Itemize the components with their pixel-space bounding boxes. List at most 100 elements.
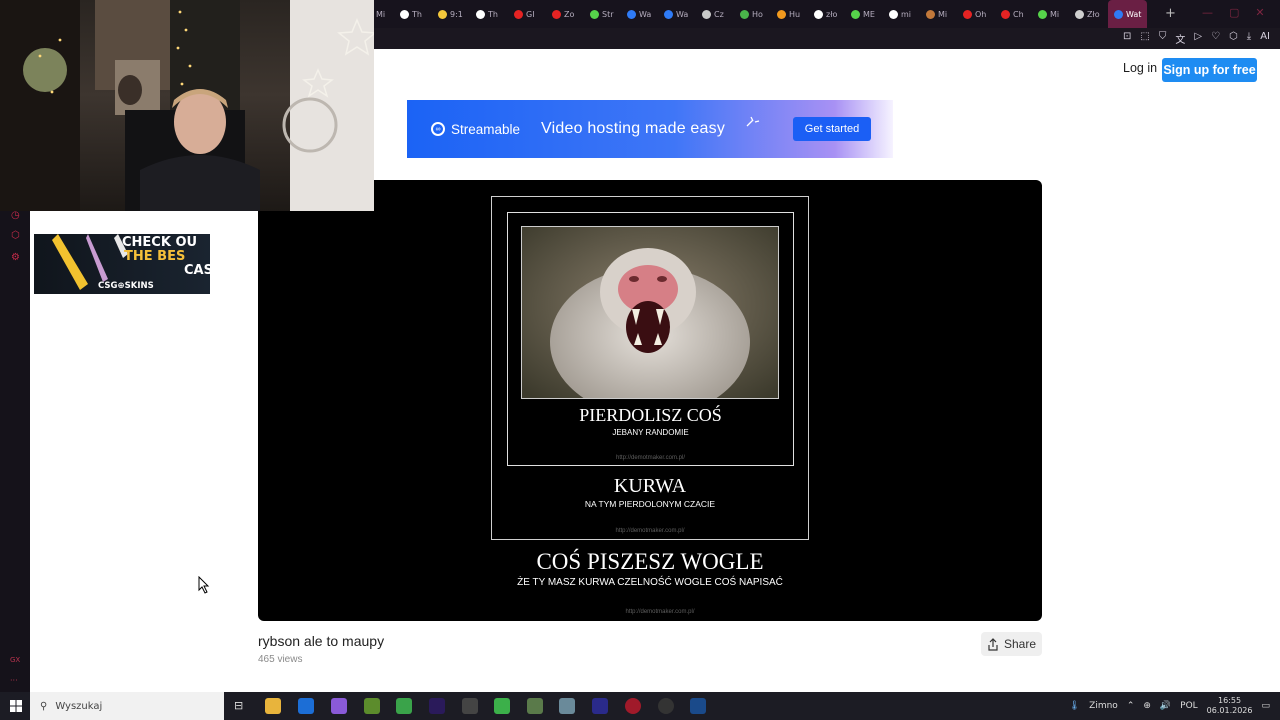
promo-banner[interactable]: ∞ Streamable Video hosting made easy Get… [407, 100, 893, 158]
tab-favicon-icon [438, 9, 447, 19]
browser-tab[interactable]: Cz [702, 0, 724, 28]
browser-tab[interactable]: mi [889, 0, 911, 28]
browser-tab[interactable]: Th [476, 0, 498, 28]
login-link[interactable]: Log in [1123, 61, 1157, 75]
browser-tab[interactable]: Ch [1001, 0, 1024, 28]
tab-label: Wa [639, 9, 652, 19]
streamable-logo-text: Streamable [451, 121, 521, 137]
tab-label: Mi [376, 9, 386, 19]
gx-label: GX [10, 656, 21, 664]
streamable-logo-icon: ∞ [431, 122, 445, 136]
steelseries-icon[interactable] [462, 698, 478, 714]
tab-favicon-icon [740, 9, 749, 19]
app-stack-icon[interactable] [527, 698, 543, 714]
more-icon[interactable]: ··· [10, 676, 18, 685]
language-indicator[interactable]: POL [1180, 701, 1198, 711]
volume-icon[interactable]: 🔊 [1160, 701, 1171, 711]
bookmark-icon[interactable]: ⊡ [1123, 31, 1131, 46]
tab-favicon-icon [1001, 9, 1010, 19]
taskbar-search[interactable]: ⚲ Wyszukaj [30, 692, 224, 720]
panel1-url: http://demotmaker.com.pl/ [615, 455, 686, 461]
tab-favicon-icon [664, 9, 673, 19]
app-leaf-icon[interactable] [494, 698, 510, 714]
get-started-button[interactable]: Get started [793, 117, 871, 141]
browser-tab[interactable]: Wa [627, 0, 651, 28]
browser-tab[interactable]: Zło [1075, 0, 1100, 28]
shield-icon[interactable]: ⛉ [1159, 31, 1167, 46]
heart-icon[interactable]: ♡ [1211, 31, 1220, 46]
tab-label: ME [863, 9, 875, 19]
browser-tab[interactable]: ME [851, 0, 875, 28]
share-label: Share [1003, 637, 1037, 651]
ai-button[interactable]: AI [1260, 31, 1270, 46]
extensions-icon[interactable]: ⬡ [1229, 31, 1238, 46]
browser-tab[interactable]: Mi [926, 0, 947, 28]
settings-icon[interactable]: ⚙ [11, 252, 20, 263]
panel3-subtitle: ŻE TY MASZ KURWA CZELNOŚĆ WOGLE COŚ NAPI… [517, 577, 783, 588]
tab-favicon-icon [926, 9, 935, 19]
tab-label: Wa [676, 9, 689, 19]
browser-tab[interactable]: Ho [740, 0, 763, 28]
weather-text: Zimno [1089, 701, 1118, 711]
browser-tab[interactable]: Th [400, 0, 422, 28]
browser-tab[interactable]: GI [514, 0, 535, 28]
banner-tagline: Video hosting made easy [541, 120, 726, 137]
browser-tab[interactable]: Oh [963, 0, 986, 28]
new-tab-button[interactable]: + [1165, 6, 1176, 21]
browser-tab[interactable]: Wat [1108, 0, 1148, 28]
downloads-icon[interactable]: ⤓ [1247, 31, 1251, 46]
weather-icon: 🌡 [1068, 701, 1081, 711]
tab-label: zło [826, 9, 838, 19]
extensions-sidebar-icon[interactable]: ⬡ [11, 230, 20, 241]
tab-favicon-icon [400, 9, 409, 19]
tab-label: Hu [789, 9, 801, 19]
translate-icon[interactable]: 文 [1175, 31, 1185, 46]
audition-icon[interactable] [592, 698, 608, 714]
browser-tab[interactable]: Hu [777, 0, 800, 28]
csgo-skins-ad[interactable]: CHECK OU THE BES CASE CSG⊕SKINS [34, 234, 210, 294]
windows-start-icon[interactable] [10, 700, 22, 712]
browser-tab[interactable]: Str [590, 0, 614, 28]
task-view-icon[interactable]: ⊟ [234, 699, 243, 712]
search-icon: ⚲ [40, 700, 48, 712]
opera-gx-icon[interactable] [625, 698, 641, 714]
network-icon[interactable]: ⊕ [1143, 701, 1151, 711]
play-icon[interactable]: ▷ [1194, 31, 1202, 46]
close-button[interactable]: ✕ [1255, 6, 1264, 19]
ad-line2: THE BES [124, 249, 186, 264]
system-tray: 🌡 Zimno ⌃ ⊕ 🔊 POL 16:55 06.01.2026 ▭ [1069, 692, 1270, 720]
tab-favicon-icon [1075, 9, 1084, 19]
steam-icon[interactable] [690, 698, 706, 714]
maximize-button[interactable]: ▢ [1229, 6, 1239, 19]
ad-line3: CASE [184, 263, 210, 278]
tab-label: Zło [1087, 9, 1100, 19]
app-globe-icon[interactable] [559, 698, 575, 714]
share-button[interactable]: Share [981, 632, 1042, 656]
tab-label: Zo [564, 9, 575, 19]
browser-tab[interactable]: 9:1 [438, 0, 463, 28]
panel2-url: http://demotmaker.com.pl/ [615, 528, 685, 534]
premiere-icon[interactable] [429, 698, 445, 714]
app-green-icon[interactable] [364, 698, 380, 714]
browser-tab[interactable]: Zo [552, 0, 574, 28]
signup-button[interactable]: Sign up for free [1162, 58, 1257, 82]
ad-brand: CSG⊕SKINS [98, 281, 154, 291]
minimize-button[interactable]: — [1202, 6, 1213, 19]
clock[interactable]: 16:55 06.01.2026 [1207, 696, 1253, 716]
browser-tab[interactable]: Mi [1038, 0, 1059, 28]
screenshot-icon[interactable]: ⬚ [1140, 31, 1149, 46]
obs-icon[interactable] [658, 698, 674, 714]
app-notepad-icon[interactable] [396, 698, 412, 714]
history-icon[interactable]: ◷ [11, 210, 20, 221]
file-explorer-icon[interactable] [265, 698, 281, 714]
browser-tab[interactable]: Mi [376, 0, 385, 28]
browser-tab[interactable]: zło [814, 0, 837, 28]
app-purple-icon[interactable] [331, 698, 347, 714]
tab-label: 9:1 [450, 9, 463, 19]
chevron-up-icon[interactable]: ⌃ [1127, 701, 1135, 711]
webcam-overlay [0, 0, 374, 211]
app-m-icon[interactable] [298, 698, 314, 714]
browser-tab[interactable]: Wa [664, 0, 688, 28]
tab-favicon-icon [702, 9, 711, 19]
notifications-icon[interactable]: ▭ [1261, 701, 1270, 711]
